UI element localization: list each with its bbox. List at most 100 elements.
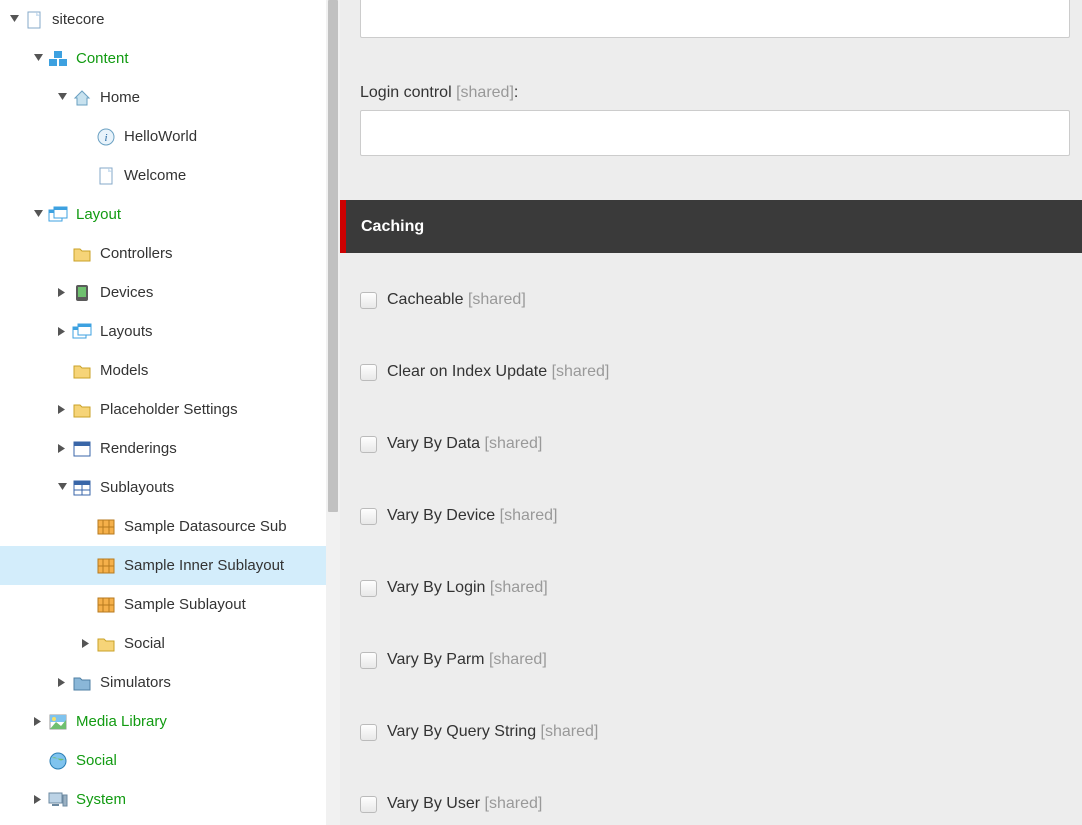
tree-item-models[interactable]: Models: [0, 351, 326, 390]
tree-label: Social: [124, 635, 165, 652]
tree-label: Placeholder Settings: [100, 401, 238, 418]
info-icon: i: [96, 127, 116, 147]
svg-text:i: i: [104, 132, 107, 144]
tree-label: Welcome: [124, 167, 186, 184]
sublayout-icon: [96, 517, 116, 537]
collapse-icon[interactable]: [56, 288, 68, 297]
collapse-icon[interactable]: [32, 795, 44, 804]
field-label-login-control: Login control [shared]:: [360, 84, 1082, 102]
input-field-top[interactable]: [360, 0, 1070, 38]
checkbox-row-clear-on-index[interactable]: Clear on Index Update [shared]: [360, 363, 1082, 381]
tree-item-sample-inner-sublayout[interactable]: Sample Inner Sublayout: [0, 546, 326, 585]
sublayout-icon: [96, 595, 116, 615]
tree-label: Controllers: [100, 245, 173, 262]
collapse-icon[interactable]: [56, 678, 68, 687]
collapse-icon[interactable]: [56, 327, 68, 336]
checkbox[interactable]: [360, 508, 377, 525]
tree-item-sample-datasource-sub[interactable]: Sample Datasource Sub: [0, 507, 326, 546]
windows-icon: [72, 322, 92, 342]
document-icon: [24, 10, 44, 30]
tree-item-sitecore[interactable]: sitecore: [0, 0, 326, 39]
picture-icon: [48, 712, 68, 732]
tree-item-controllers[interactable]: Controllers: [0, 234, 326, 273]
tree-label: Social: [76, 752, 117, 769]
window-icon: [72, 439, 92, 459]
checkbox-row-vary-by-data[interactable]: Vary By Data [shared]: [360, 435, 1082, 453]
collapse-icon[interactable]: [80, 639, 92, 648]
checkbox[interactable]: [360, 364, 377, 381]
expand-icon[interactable]: [56, 483, 68, 492]
computer-icon: [48, 790, 68, 810]
tree-item-renderings[interactable]: Renderings: [0, 429, 326, 468]
tree-label: Layout: [76, 206, 121, 223]
tree-item-helloworld[interactable]: i HelloWorld: [0, 117, 326, 156]
section-header-caching[interactable]: Caching: [340, 200, 1082, 253]
content-area: Login control [shared]: Caching Cacheabl…: [340, 0, 1082, 825]
folder-icon: [96, 634, 116, 654]
tree-label: System: [76, 791, 126, 808]
folder-icon: [72, 244, 92, 264]
folder-icon: [72, 400, 92, 420]
tree-item-system[interactable]: System: [0, 780, 326, 819]
checkbox-row-vary-by-query[interactable]: Vary By Query String [shared]: [360, 723, 1082, 741]
checkbox-row-vary-by-device[interactable]: Vary By Device [shared]: [360, 507, 1082, 525]
home-icon: [72, 88, 92, 108]
checkbox-row-vary-by-login[interactable]: Vary By Login [shared]: [360, 579, 1082, 597]
collapse-icon[interactable]: [32, 717, 44, 726]
pda-icon: [72, 283, 92, 303]
tree-item-home[interactable]: Home: [0, 78, 326, 117]
tree-label: Content: [76, 50, 129, 67]
checkbox[interactable]: [360, 580, 377, 597]
tree-label: Media Library: [76, 713, 167, 730]
sublayout-icon: [96, 556, 116, 576]
globe-icon: [48, 751, 68, 771]
document-icon: [96, 166, 116, 186]
expand-icon[interactable]: [56, 93, 68, 102]
tree-label: Home: [100, 89, 140, 106]
folder-icon: [72, 361, 92, 381]
content-tree: sitecore Content Home i HelloWorld Welco…: [0, 0, 340, 825]
checkbox-row-vary-by-parm[interactable]: Vary By Parm [shared]: [360, 651, 1082, 669]
tree-label: sitecore: [52, 11, 105, 28]
tree-item-sample-sublayout[interactable]: Sample Sublayout: [0, 585, 326, 624]
expand-icon[interactable]: [32, 210, 44, 219]
tree-label: Sample Inner Sublayout: [124, 557, 284, 574]
collapse-icon[interactable]: [56, 444, 68, 453]
cubes-icon: [48, 49, 68, 69]
tree-item-placeholder-settings[interactable]: Placeholder Settings: [0, 390, 326, 429]
tree-scrollbar[interactable]: [326, 0, 340, 825]
tree-label: Sample Datasource Sub: [124, 518, 287, 535]
tree-item-layouts[interactable]: Layouts: [0, 312, 326, 351]
tree-item-content[interactable]: Content: [0, 39, 326, 78]
scrollbar-thumb[interactable]: [328, 0, 338, 512]
tree-item-social[interactable]: Social: [0, 741, 326, 780]
folder-blue-icon: [72, 673, 92, 693]
grid-icon: [72, 478, 92, 498]
tree-item-devices[interactable]: Devices: [0, 273, 326, 312]
tree-item-social-folder[interactable]: Social: [0, 624, 326, 663]
windows-icon: [48, 205, 68, 225]
checkbox[interactable]: [360, 292, 377, 309]
tree-item-simulators[interactable]: Simulators: [0, 663, 326, 702]
tree-label: Sublayouts: [100, 479, 174, 496]
checkbox-row-vary-by-user[interactable]: Vary By User [shared]: [360, 795, 1082, 813]
tree-label: Layouts: [100, 323, 153, 340]
login-control-input[interactable]: [360, 110, 1070, 156]
tree-label: Sample Sublayout: [124, 596, 246, 613]
tree-item-sublayouts[interactable]: Sublayouts: [0, 468, 326, 507]
tree-item-media-library[interactable]: Media Library: [0, 702, 326, 741]
tree-label: Renderings: [100, 440, 177, 457]
expand-icon[interactable]: [8, 15, 20, 24]
checkbox-row-cacheable[interactable]: Cacheable [shared]: [360, 291, 1082, 309]
checkbox[interactable]: [360, 796, 377, 813]
checkbox[interactable]: [360, 652, 377, 669]
collapse-icon[interactable]: [56, 405, 68, 414]
expand-icon[interactable]: [32, 54, 44, 63]
tree-item-layout[interactable]: Layout: [0, 195, 326, 234]
checkbox[interactable]: [360, 436, 377, 453]
tree-label: HelloWorld: [124, 128, 197, 145]
tree-label: Simulators: [100, 674, 171, 691]
checkbox[interactable]: [360, 724, 377, 741]
caching-options: Cacheable [shared] Clear on Index Update…: [360, 291, 1082, 813]
tree-item-welcome[interactable]: Welcome: [0, 156, 326, 195]
